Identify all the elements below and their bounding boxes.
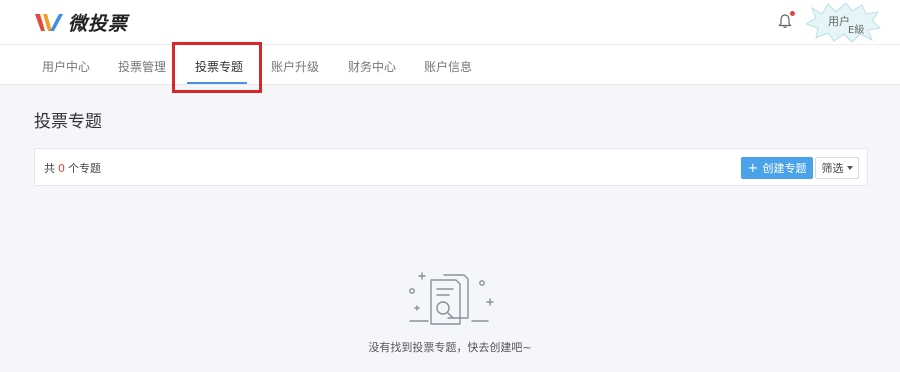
nav-item-account-upgrade[interactable]: 账户升级 <box>271 58 319 75</box>
filter-label: 筛选 <box>821 162 844 175</box>
nav-item-finance-center[interactable]: 财务中心 <box>348 58 396 75</box>
count-prefix: 共 <box>44 162 55 175</box>
notification-dot <box>790 11 795 16</box>
logo-mark-icon <box>35 14 63 31</box>
topic-count: 共 0 个专题 <box>44 160 101 176</box>
nav-item-account-info[interactable]: 账户信息 <box>424 58 472 75</box>
header: 微投票 用户 E級 <box>0 0 900 44</box>
count-suffix: 个专题 <box>68 162 101 175</box>
nav-item-vote-topics[interactable]: 投票专题 <box>195 58 243 75</box>
count-value: 0 <box>58 162 65 175</box>
empty-state-message: 没有找到投票专题，快去创建吧~ <box>368 341 532 354</box>
create-topic-button[interactable]: + 创建专题 <box>741 157 813 179</box>
create-topic-label: 创建专题 <box>762 162 807 175</box>
logo[interactable]: 微投票 <box>34 10 129 35</box>
nav-bar: 用户中心 投票管理 投票专题 账户升级 财务中心 账户信息 <box>0 44 900 85</box>
user-level: E級 <box>848 25 865 36</box>
user-menu[interactable]: 用户 <box>806 2 880 42</box>
active-tab-indicator <box>187 82 247 84</box>
topic-toolbar: 共 0 个专题 + 创建专题 筛选 <box>34 148 868 186</box>
plus-icon: + <box>747 160 759 176</box>
caret-down-icon <box>846 166 853 170</box>
nav-item-vote-management[interactable]: 投票管理 <box>118 58 166 75</box>
page-title: 投票专题 <box>34 112 102 132</box>
filter-dropdown[interactable]: 筛选 <box>815 157 859 179</box>
logo-text: 微投票 <box>68 12 129 35</box>
empty-document-search-icon <box>409 272 494 325</box>
nav-item-user-center[interactable]: 用户中心 <box>42 58 90 75</box>
user-name: 用户 <box>828 15 850 28</box>
